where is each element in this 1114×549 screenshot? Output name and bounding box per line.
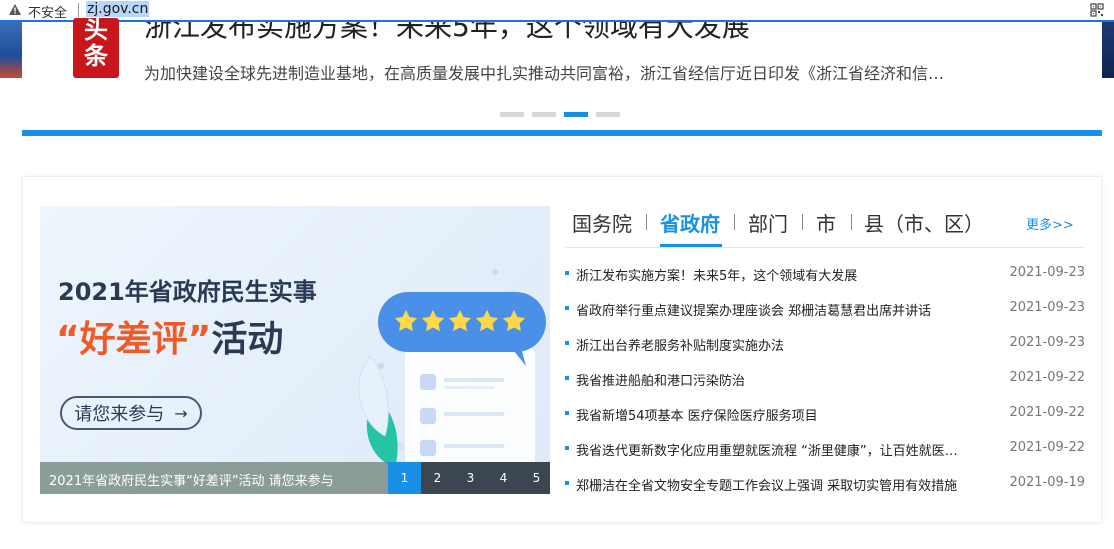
security-label[interactable]: 不安全: [28, 2, 67, 21]
news-date: 2021-09-23: [1009, 335, 1085, 350]
news-item[interactable]: 郑栅洁在全省文物安全专题工作会议上强调 采取切实管用有效措施 2021-09-1…: [563, 466, 1085, 501]
tab-city[interactable]: 市: [816, 208, 836, 237]
join-button-label: 请您来参与: [74, 404, 165, 425]
news-date: 2021-09-22: [1009, 370, 1085, 385]
divider: [78, 3, 79, 17]
join-button[interactable]: 请您来参与 →: [60, 396, 202, 430]
news-date: 2021-09-23: [1009, 300, 1085, 315]
badge-bottom-char: 条: [84, 42, 108, 70]
more-link[interactable]: 更多>>: [1026, 214, 1074, 233]
headline-title[interactable]: 浙江发布实施方案！未来5年，这个领域有大发展: [144, 22, 750, 45]
carousel-dot[interactable]: [532, 112, 556, 117]
url-text[interactable]: zj.gov.cn: [86, 1, 150, 17]
slide-page-4[interactable]: 4: [487, 462, 520, 494]
featured-slide[interactable]: 2021年省政府民生实事 “好差评”活动 请您来参与 → 2021年省政府民生实…: [40, 206, 550, 494]
section-divider: [22, 130, 1102, 136]
address-bar[interactable]: 不安全 zj.gov.cn: [0, 0, 1114, 22]
slide-title: 2021年省政府民生实事: [58, 278, 317, 306]
slide-headline-rest: 活动: [211, 319, 284, 360]
slide-page-2[interactable]: 2: [421, 462, 454, 494]
warning-icon[interactable]: [8, 3, 22, 17]
carousel-dot[interactable]: [500, 112, 524, 117]
news-date: 2021-09-22: [1009, 405, 1085, 420]
headline-clip: 浙江发布实施方案！未来5年，这个领域有大发展: [0, 22, 1114, 46]
news-item[interactable]: 浙江发布实施方案！未来5年，这个领域有大发展 2021-09-23: [563, 256, 1085, 291]
bullet-icon: [565, 446, 569, 450]
news-date: 2021-09-23: [1009, 265, 1085, 280]
news-title[interactable]: 我省推进船舶和港口污染防治: [576, 370, 976, 389]
slide-pager: 1 2 3 4 5: [388, 462, 550, 494]
bullet-icon: [565, 271, 569, 275]
bullet-icon: [565, 376, 569, 380]
bullet-icon: [565, 481, 569, 485]
tab-departments[interactable]: 部门: [748, 208, 788, 237]
slide-caption[interactable]: 2021年省政府民生实事“好差评”活动 请您来参与: [49, 470, 334, 489]
bullet-icon: [565, 411, 569, 415]
tab-divider: [802, 214, 803, 230]
tab-divider: [646, 214, 647, 230]
qr-code-icon[interactable]: [1090, 3, 1104, 17]
arrow-right-icon: →: [174, 403, 188, 423]
news-date: 2021-09-22: [1009, 440, 1085, 455]
tab-provincial-gov[interactable]: 省政府: [660, 208, 720, 237]
news-item[interactable]: 省政府举行重点建议提案办理座谈会 郑栅洁葛慧君出席并讲话 2021-09-23: [563, 291, 1085, 326]
tab-state-council[interactable]: 国务院: [572, 208, 632, 237]
slide-headline: “好差评”活动: [56, 310, 283, 362]
news-item[interactable]: 我省迭代更新数字化应用重塑就医流程 “浙里健康”，让百姓就医更便捷 2021-0…: [563, 431, 1085, 466]
headline-summary[interactable]: 为加快建设全球先进制造业基地，在高质量发展中扎实推动共同富裕，浙江省经信厅近日印…: [144, 60, 944, 84]
carousel-dot[interactable]: [596, 112, 620, 117]
tab-divider: [851, 214, 852, 230]
slide-caption-bar: 2021年省政府民生实事“好差评”活动 请您来参与 1 2 3 4 5: [40, 462, 550, 494]
news-item[interactable]: 我省推进船舶和港口污染防治 2021-09-22: [563, 361, 1085, 396]
carousel-indicators: [500, 112, 620, 117]
news-title[interactable]: 省政府举行重点建议提案办理座谈会 郑栅洁葛慧君出席并讲话: [576, 300, 966, 319]
news-item[interactable]: 我省新增54项基本 医疗保险医疗服务项目 2021-09-22: [563, 396, 1085, 431]
news-title[interactable]: 浙江出台养老服务补贴制度实施办法: [576, 335, 976, 354]
bullet-icon: [565, 341, 569, 345]
slide-headline-accent: “好差评”: [56, 319, 212, 360]
news-title[interactable]: 我省新增54项基本 医疗保险医疗服务项目: [576, 405, 976, 424]
news-title[interactable]: 我省迭代更新数字化应用重塑就医流程 “浙里健康”，让百姓就医更便捷: [576, 440, 966, 459]
slide-page-1[interactable]: 1: [388, 462, 421, 494]
slide-page-3[interactable]: 3: [454, 462, 487, 494]
news-date: 2021-09-19: [1009, 475, 1085, 490]
slide-page-5[interactable]: 5: [520, 462, 550, 494]
news-item[interactable]: 浙江出台养老服务补贴制度实施办法 2021-09-23: [563, 326, 1085, 361]
bullet-icon: [565, 306, 569, 310]
news-title[interactable]: 郑栅洁在全省文物安全专题工作会议上强调 采取切实管用有效措施: [576, 475, 966, 494]
active-tab-indicator: [660, 244, 722, 247]
badge-top-char: 头: [84, 18, 108, 44]
headline-badge: 头 条: [73, 18, 119, 78]
news-title[interactable]: 浙江发布实施方案！未来5年，这个领域有大发展: [576, 265, 976, 284]
tab-divider: [734, 214, 735, 230]
tab-county[interactable]: 县（市、区）: [864, 208, 984, 237]
carousel-dot-active[interactable]: [564, 112, 588, 117]
